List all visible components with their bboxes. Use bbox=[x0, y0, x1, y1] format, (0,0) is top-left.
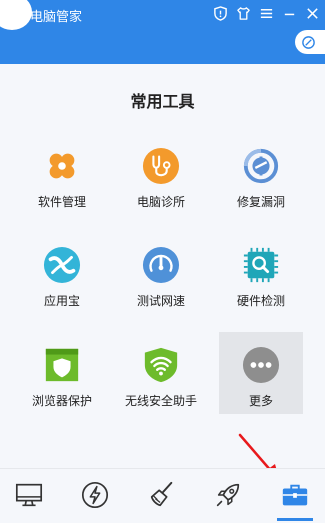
window-controls bbox=[211, 4, 321, 22]
minimize-icon[interactable] bbox=[280, 4, 298, 22]
tool-more[interactable]: 更多 bbox=[219, 332, 303, 414]
tool-browser-protection[interactable]: 浏览器保护 bbox=[20, 332, 104, 414]
nav-speedup[interactable] bbox=[208, 477, 248, 513]
tool-label: 浏览器保护 bbox=[31, 394, 92, 408]
tool-speed-test[interactable]: 测试网速 bbox=[119, 232, 203, 314]
nav-accelerate[interactable] bbox=[75, 477, 115, 513]
tool-label: 修复漏洞 bbox=[236, 195, 285, 209]
more-icon bbox=[242, 346, 280, 384]
speedometer-icon bbox=[142, 246, 180, 284]
tool-label: 测试网速 bbox=[136, 294, 185, 308]
shield-icon[interactable] bbox=[211, 4, 229, 22]
chip-search-icon bbox=[242, 246, 280, 284]
shirt-icon[interactable] bbox=[234, 4, 252, 22]
toolbox-icon bbox=[282, 484, 308, 506]
nav-monitor[interactable] bbox=[9, 477, 49, 513]
app-title: 电脑管家 bbox=[30, 10, 83, 25]
tool-software-manager[interactable]: 软件管理 bbox=[20, 133, 104, 215]
nav-toolbox[interactable] bbox=[275, 477, 315, 521]
bottom-nav bbox=[0, 468, 325, 523]
lightning-icon bbox=[81, 481, 109, 509]
logo bbox=[0, 0, 32, 30]
tool-label: 无线安全助手 bbox=[124, 394, 197, 408]
tool-label: 更多 bbox=[248, 394, 273, 408]
close-icon[interactable] bbox=[303, 4, 321, 22]
tools-panel: 常用工具 软件管理 电脑诊所 修复漏洞 应用宝 测试网速 硬件检测 浏览器保护 … bbox=[0, 64, 325, 460]
tool-label: 电脑诊所 bbox=[136, 195, 185, 209]
tool-repair-vulnerability[interactable]: 修复漏洞 bbox=[219, 133, 303, 215]
repair-icon bbox=[242, 147, 280, 185]
software-manager-icon bbox=[43, 147, 81, 185]
wifi-shield-icon bbox=[142, 346, 180, 384]
nav-cleanup[interactable] bbox=[142, 477, 182, 513]
tool-pc-clinic[interactable]: 电脑诊所 bbox=[119, 133, 203, 215]
menu-icon[interactable] bbox=[257, 4, 275, 22]
tool-label: 硬件检测 bbox=[236, 294, 285, 308]
tool-label: 应用宝 bbox=[43, 294, 80, 308]
gpu-toggle[interactable] bbox=[295, 30, 325, 54]
rocket-icon bbox=[216, 483, 240, 507]
tool-label: 软件管理 bbox=[37, 195, 86, 209]
tool-hardware-check[interactable]: 硬件检测 bbox=[219, 232, 303, 314]
broom-icon bbox=[150, 481, 173, 507]
gpu-icon bbox=[302, 35, 315, 49]
title-bar: 电脑管家 bbox=[0, 0, 325, 64]
browser-shield-icon bbox=[43, 346, 81, 384]
stethoscope-icon bbox=[142, 147, 180, 185]
section-title: 常用工具 bbox=[130, 92, 195, 111]
tool-wireless-security[interactable]: 无线安全助手 bbox=[119, 332, 203, 414]
app-store-icon bbox=[43, 246, 81, 284]
monitor-icon bbox=[15, 483, 43, 507]
tool-app-store[interactable]: 应用宝 bbox=[20, 232, 104, 314]
